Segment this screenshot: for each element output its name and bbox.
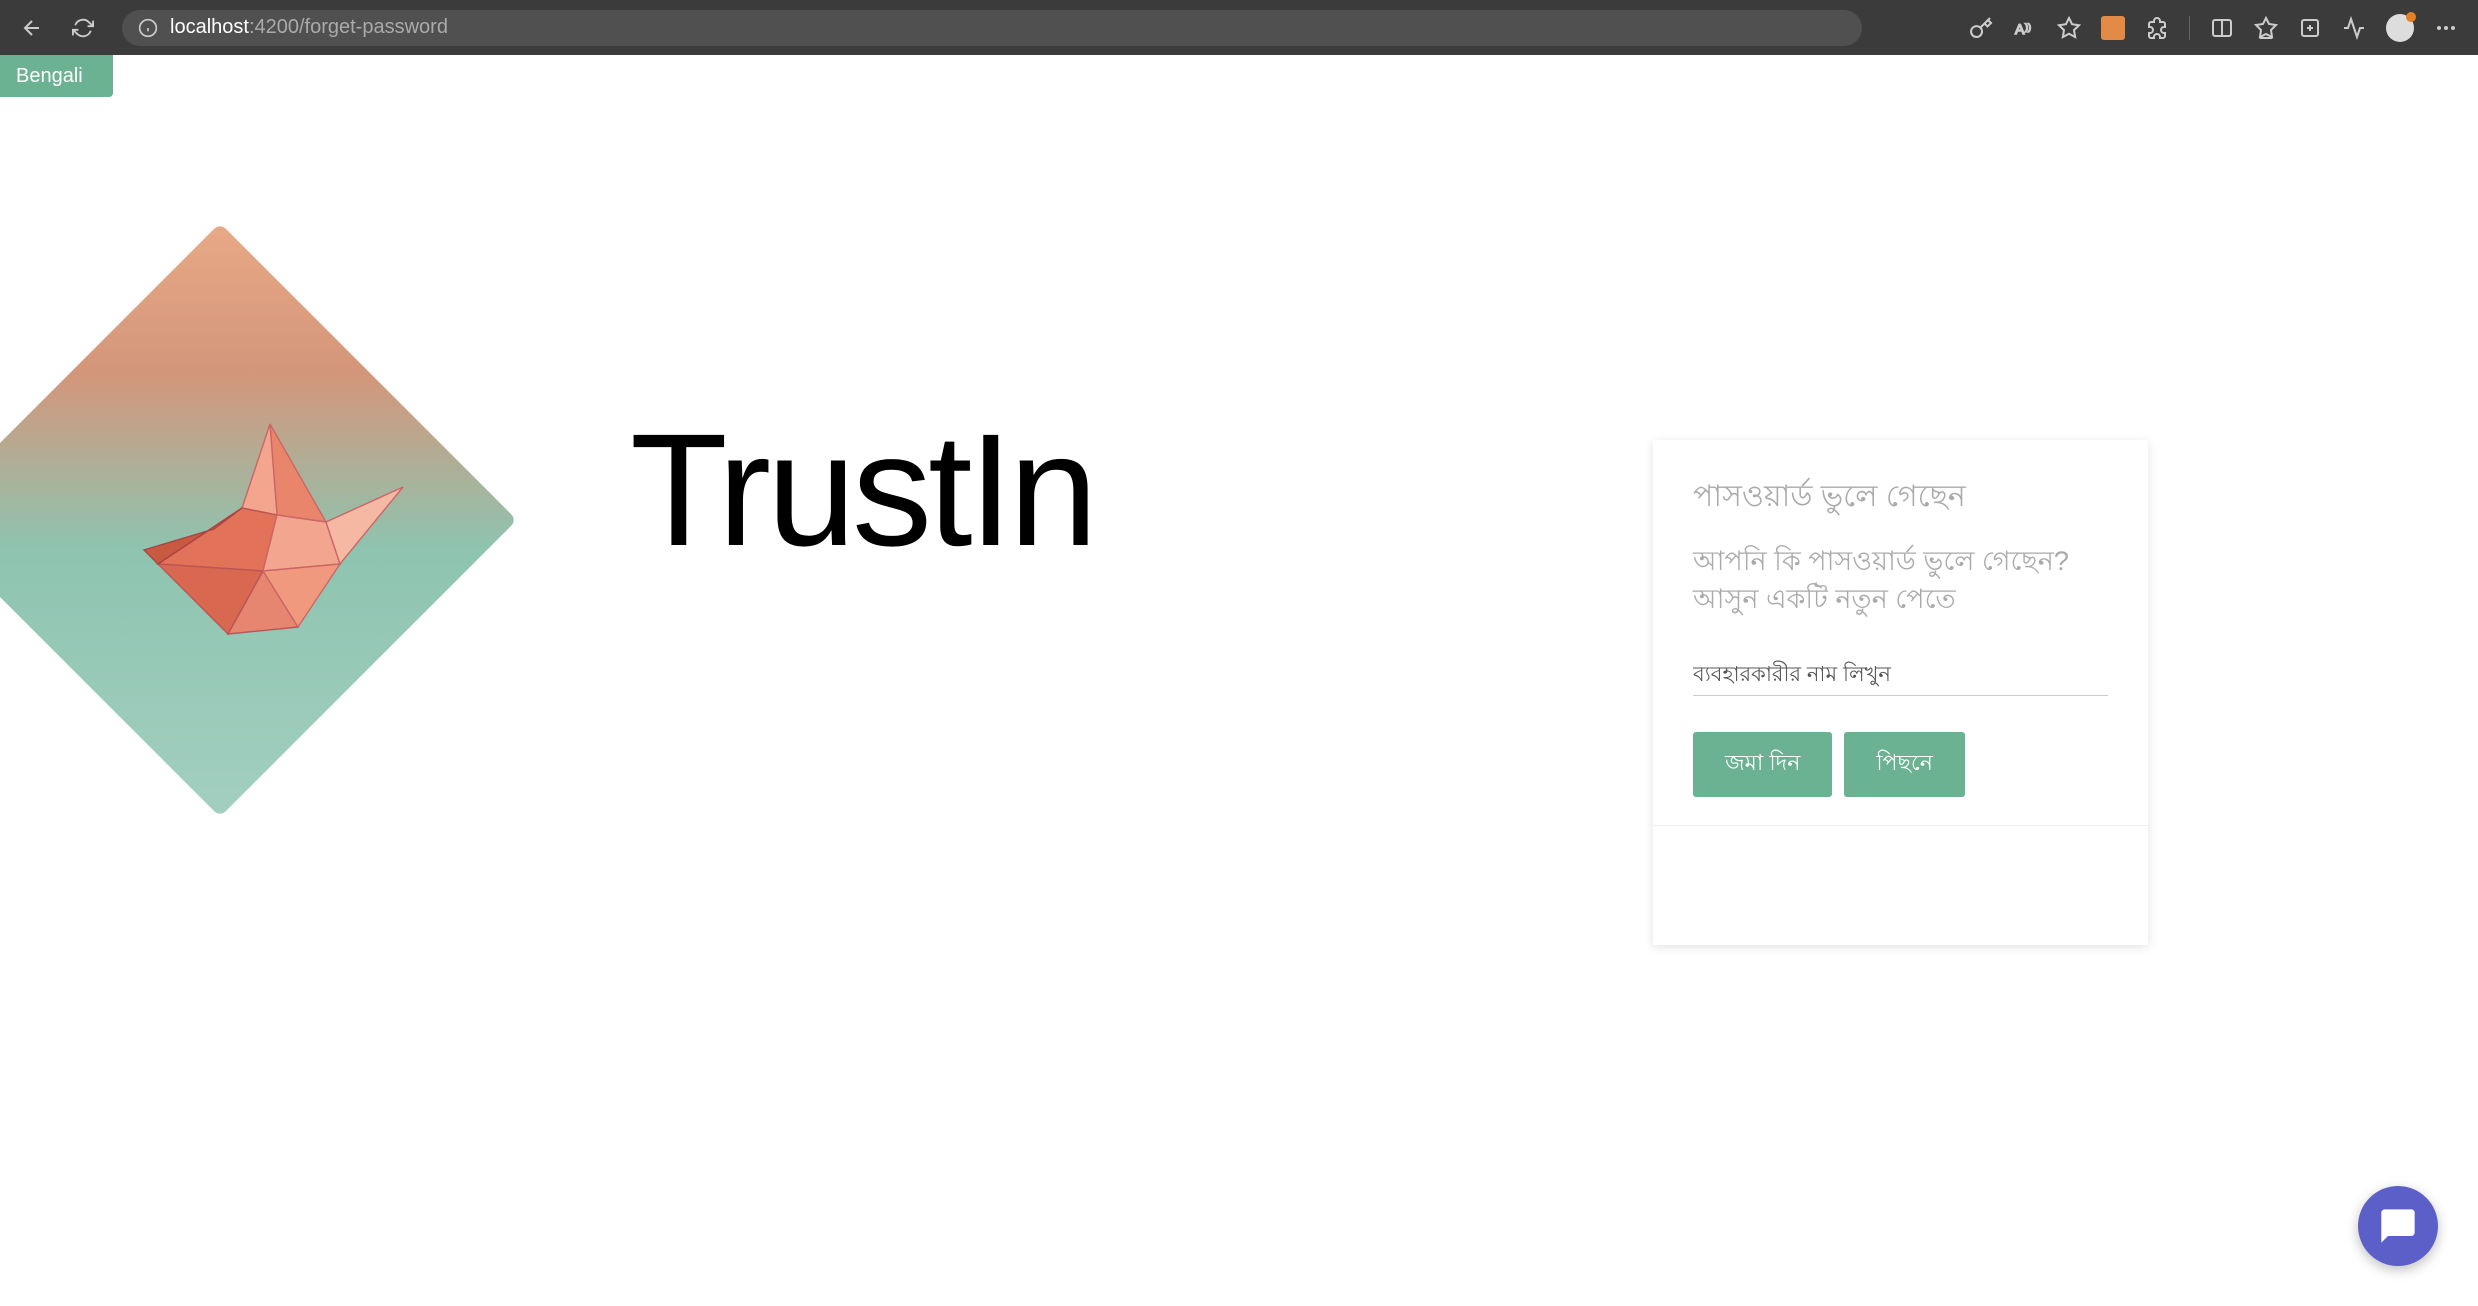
logo-graphic (0, 225, 590, 815)
chat-widget-button[interactable] (2358, 1186, 2438, 1266)
favorites-list-icon[interactable] (2254, 16, 2278, 40)
submit-button[interactable]: জমা দিন (1693, 732, 1832, 797)
card-content: পাসওয়ার্ড ভুলে গেছেন আপনি কি পাসওয়ার্ড… (1653, 440, 2148, 825)
card-subtitle: আপনি কি পাসওয়ার্ড ভুলে গেছেন? আসুন একটি… (1693, 543, 2108, 619)
performance-icon[interactable] (2342, 16, 2366, 40)
url-text: localhost:4200/forget-password (170, 16, 448, 39)
svg-text:)): )) (2025, 22, 2031, 32)
card-title: পাসওয়ার্ড ভুলে গেছেন (1693, 472, 2108, 523)
read-aloud-icon[interactable]: A)) (2013, 16, 2037, 40)
url-path: :4200/forget-password (249, 16, 448, 38)
url-host: localhost (170, 16, 249, 38)
collections-icon[interactable] (2298, 16, 2322, 40)
language-selector[interactable]: Bengali (0, 55, 113, 97)
page-content: Bengali TrustIn পাসওয়ার্ড ভুলে গেছ (0, 55, 2478, 1306)
brand-name: TrustIn (630, 398, 1094, 582)
crane-icon (130, 410, 410, 690)
separator (2189, 16, 2190, 40)
favorite-icon[interactable] (2057, 16, 2081, 40)
browser-toolbar: localhost:4200/forget-password A)) (0, 0, 2478, 55)
key-icon[interactable] (1969, 16, 1993, 40)
refresh-button[interactable] (64, 9, 102, 47)
extensions-icon[interactable] (2145, 16, 2169, 40)
back-button[interactable] (12, 8, 52, 48)
username-input[interactable] (1693, 655, 2108, 696)
logo-area: TrustIn (0, 225, 1094, 815)
site-info-icon[interactable] (138, 18, 158, 38)
card-footer (1653, 825, 2148, 945)
back-button[interactable]: পিছনে (1844, 732, 1965, 797)
profile-avatar[interactable] (2386, 14, 2414, 42)
more-icon[interactable] (2434, 16, 2458, 40)
svg-text:A: A (2015, 21, 2025, 37)
metamask-icon[interactable] (2101, 16, 2125, 40)
forgot-password-card: পাসওয়ার্ড ভুলে গেছেন আপনি কি পাসওয়ার্ড… (1653, 440, 2148, 945)
browser-actions: A)) (1969, 14, 2466, 42)
button-row: জমা দিন পিছনে (1693, 732, 2108, 797)
address-bar[interactable]: localhost:4200/forget-password (122, 10, 1862, 46)
split-screen-icon[interactable] (2210, 16, 2234, 40)
